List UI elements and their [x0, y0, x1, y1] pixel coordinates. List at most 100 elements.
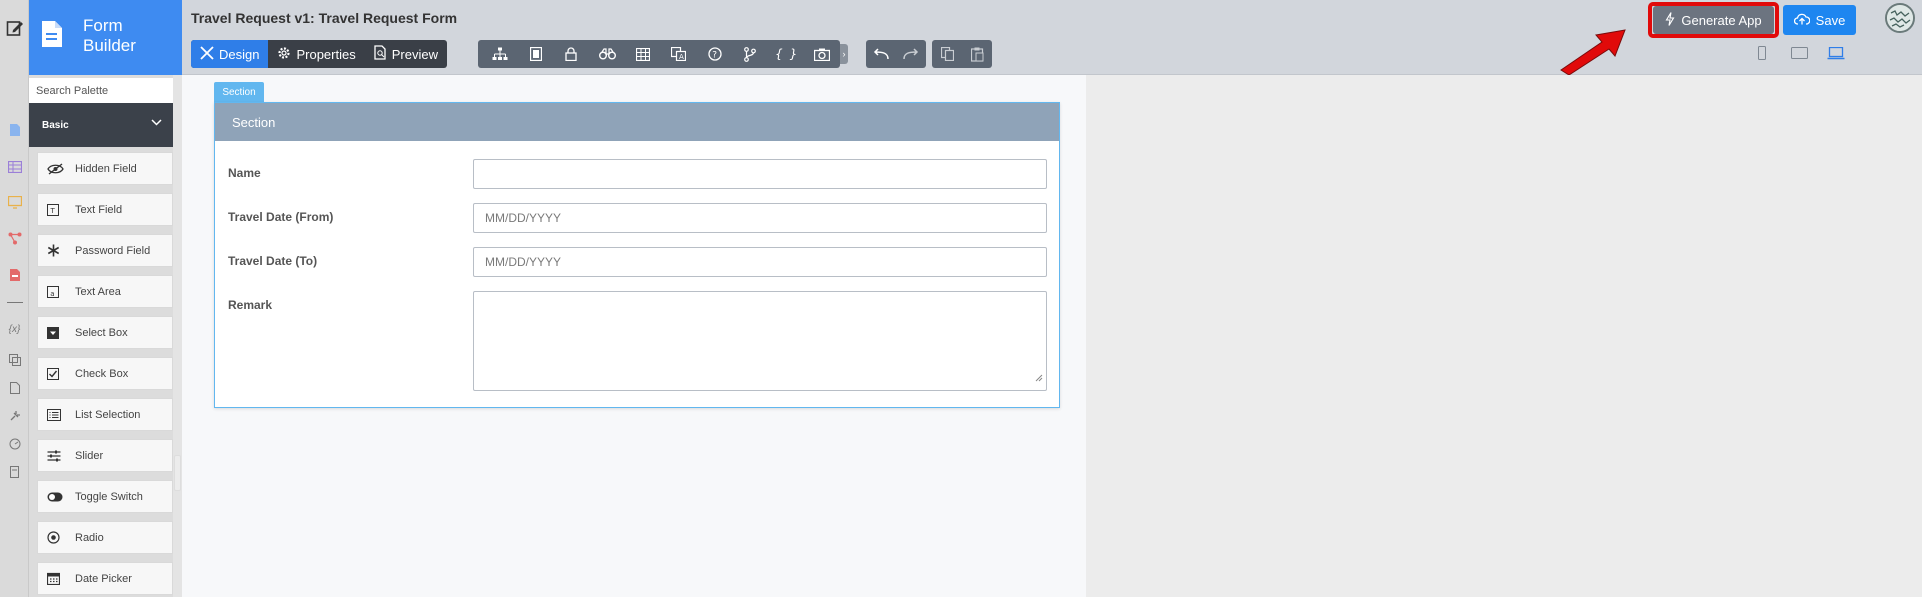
cloud-upload-icon [1793, 13, 1811, 28]
field-label-travel-date-to: Travel Date (To) [228, 254, 318, 268]
tools-group: A ? { } [478, 40, 840, 68]
document-icon [41, 20, 63, 53]
palette-item-toggle-switch[interactable]: Toggle Switch [37, 480, 173, 513]
palette-item-label: Radio [75, 531, 104, 544]
chevron-down-icon [151, 118, 162, 129]
name-input[interactable] [473, 159, 1047, 189]
field-label-remark: Remark [228, 298, 273, 312]
palette-item-label: Text Field [75, 203, 123, 216]
palette-item-text-area[interactable]: a Text Area [37, 275, 173, 308]
process-icon[interactable] [5, 229, 24, 248]
avatar[interactable] [1885, 3, 1915, 33]
translate-icon[interactable]: A [661, 40, 697, 68]
toolbar-overflow-chevron-icon[interactable]: › [840, 44, 848, 64]
redo-icon[interactable] [896, 40, 926, 68]
svg-text:T: T [50, 207, 56, 215]
mobile-view-icon[interactable] [1755, 45, 1769, 61]
travel-date-from-input[interactable] [473, 203, 1047, 233]
variable-icon[interactable]: { } [768, 40, 804, 68]
lock-icon[interactable] [554, 40, 590, 68]
palette-item-label: Text Area [75, 285, 121, 298]
palette-item-label: List Selection [75, 408, 141, 421]
design-icon [200, 45, 214, 63]
palette-search-input[interactable] [29, 78, 182, 103]
save-label: Save [1815, 12, 1846, 28]
mode-tabs: Design Properties Preview [191, 40, 447, 68]
svg-text:A: A [679, 53, 684, 61]
list-icon [47, 408, 75, 421]
binoculars-icon[interactable] [589, 40, 625, 68]
palette-item-label: Hidden Field [75, 162, 137, 175]
sitemap-icon[interactable] [482, 40, 518, 68]
form-title: Travel Request v1: Travel Request Form [191, 10, 458, 26]
svg-text:a: a [50, 290, 54, 298]
tab-properties[interactable]: Properties [268, 40, 364, 68]
radio-icon [47, 531, 75, 544]
table-icon[interactable] [625, 40, 661, 68]
palette-category-label: Basic [42, 119, 69, 131]
gauge-rail-icon[interactable] [5, 434, 24, 453]
select-box-icon [47, 326, 75, 339]
undo-icon[interactable] [866, 40, 896, 68]
palette-item-label: Password Field [75, 244, 151, 257]
palette-collapse-handle[interactable] [174, 455, 181, 491]
form-section[interactable]: Section Name Travel Date (From) Travel D… [214, 102, 1060, 408]
notes-rail-icon[interactable] [5, 462, 24, 481]
travel-date-to-input[interactable] [473, 247, 1047, 277]
calendar-icon [47, 572, 75, 585]
userview-icon[interactable] [5, 193, 24, 212]
checkbox-icon [47, 367, 75, 380]
remark-textarea[interactable] [473, 291, 1047, 391]
palette-item-label: Toggle Switch [75, 490, 143, 503]
annotation-arrow [1560, 29, 1626, 75]
text-field-icon: T [47, 203, 75, 216]
component-palette: Basic Hidden Field T Text Field Password… [29, 75, 182, 597]
palette-item-hidden-field[interactable]: Hidden Field [37, 152, 173, 185]
desktop-view-icon[interactable] [1826, 45, 1846, 61]
palette-item-select-box[interactable]: Select Box [37, 316, 173, 349]
preview-icon [374, 45, 387, 63]
palette-item-check-box[interactable]: Check Box [37, 357, 173, 390]
palette-item-text-field[interactable]: T Text Field [37, 193, 173, 226]
copy-icon[interactable] [932, 40, 962, 68]
camera-icon[interactable] [804, 40, 840, 68]
app-title: Form Builder [83, 16, 136, 55]
file-rail-icon[interactable] [5, 378, 24, 397]
resize-grip-icon[interactable] [1035, 369, 1043, 387]
asterisk-icon [47, 244, 75, 257]
palette-item-label: Slider [75, 449, 104, 462]
palette-item-date-picker[interactable]: Date Picker [37, 562, 173, 595]
section-tag[interactable]: Section [214, 82, 264, 102]
slider-icon [47, 450, 75, 462]
tab-design[interactable]: Design [191, 40, 269, 68]
field-label-travel-date-from: Travel Date (From) [228, 210, 334, 224]
datalist-icon[interactable] [5, 157, 24, 176]
branch-icon[interactable] [733, 40, 769, 68]
tab-preview[interactable]: Preview [365, 40, 447, 68]
palette-item-password-field[interactable]: Password Field [37, 234, 173, 267]
pdf-icon[interactable] [5, 265, 24, 284]
save-button[interactable]: Save [1783, 5, 1856, 35]
highlight-box [1648, 2, 1779, 38]
form-icon[interactable] [5, 120, 24, 139]
palette-category-basic[interactable]: Basic [29, 103, 182, 147]
palette-item-radio[interactable]: Radio [37, 521, 173, 554]
edit-icon[interactable] [5, 18, 24, 37]
brand-header: Form Builder [29, 0, 182, 75]
tablet-view-icon[interactable] [1789, 45, 1809, 61]
section-header: Section [215, 103, 1059, 141]
clipboard-group [932, 40, 992, 68]
palette-scrollbar[interactable] [173, 75, 182, 597]
paste-icon[interactable] [962, 40, 992, 68]
palette-item-label: Select Box [75, 326, 128, 339]
help-icon[interactable]: ? [697, 40, 733, 68]
field-label-name: Name [228, 166, 261, 180]
variable-rail-icon[interactable]: {x} [5, 320, 24, 339]
copy-rail-icon[interactable] [5, 350, 24, 369]
palette-item-slider[interactable]: Slider [37, 439, 173, 472]
plugin-rail-icon[interactable] [5, 406, 24, 425]
palette-item-list-selection[interactable]: List Selection [37, 398, 173, 431]
svg-text:?: ? [712, 51, 717, 61]
tab-design-label: Design [219, 46, 260, 62]
sql-icon[interactable] [518, 40, 554, 68]
